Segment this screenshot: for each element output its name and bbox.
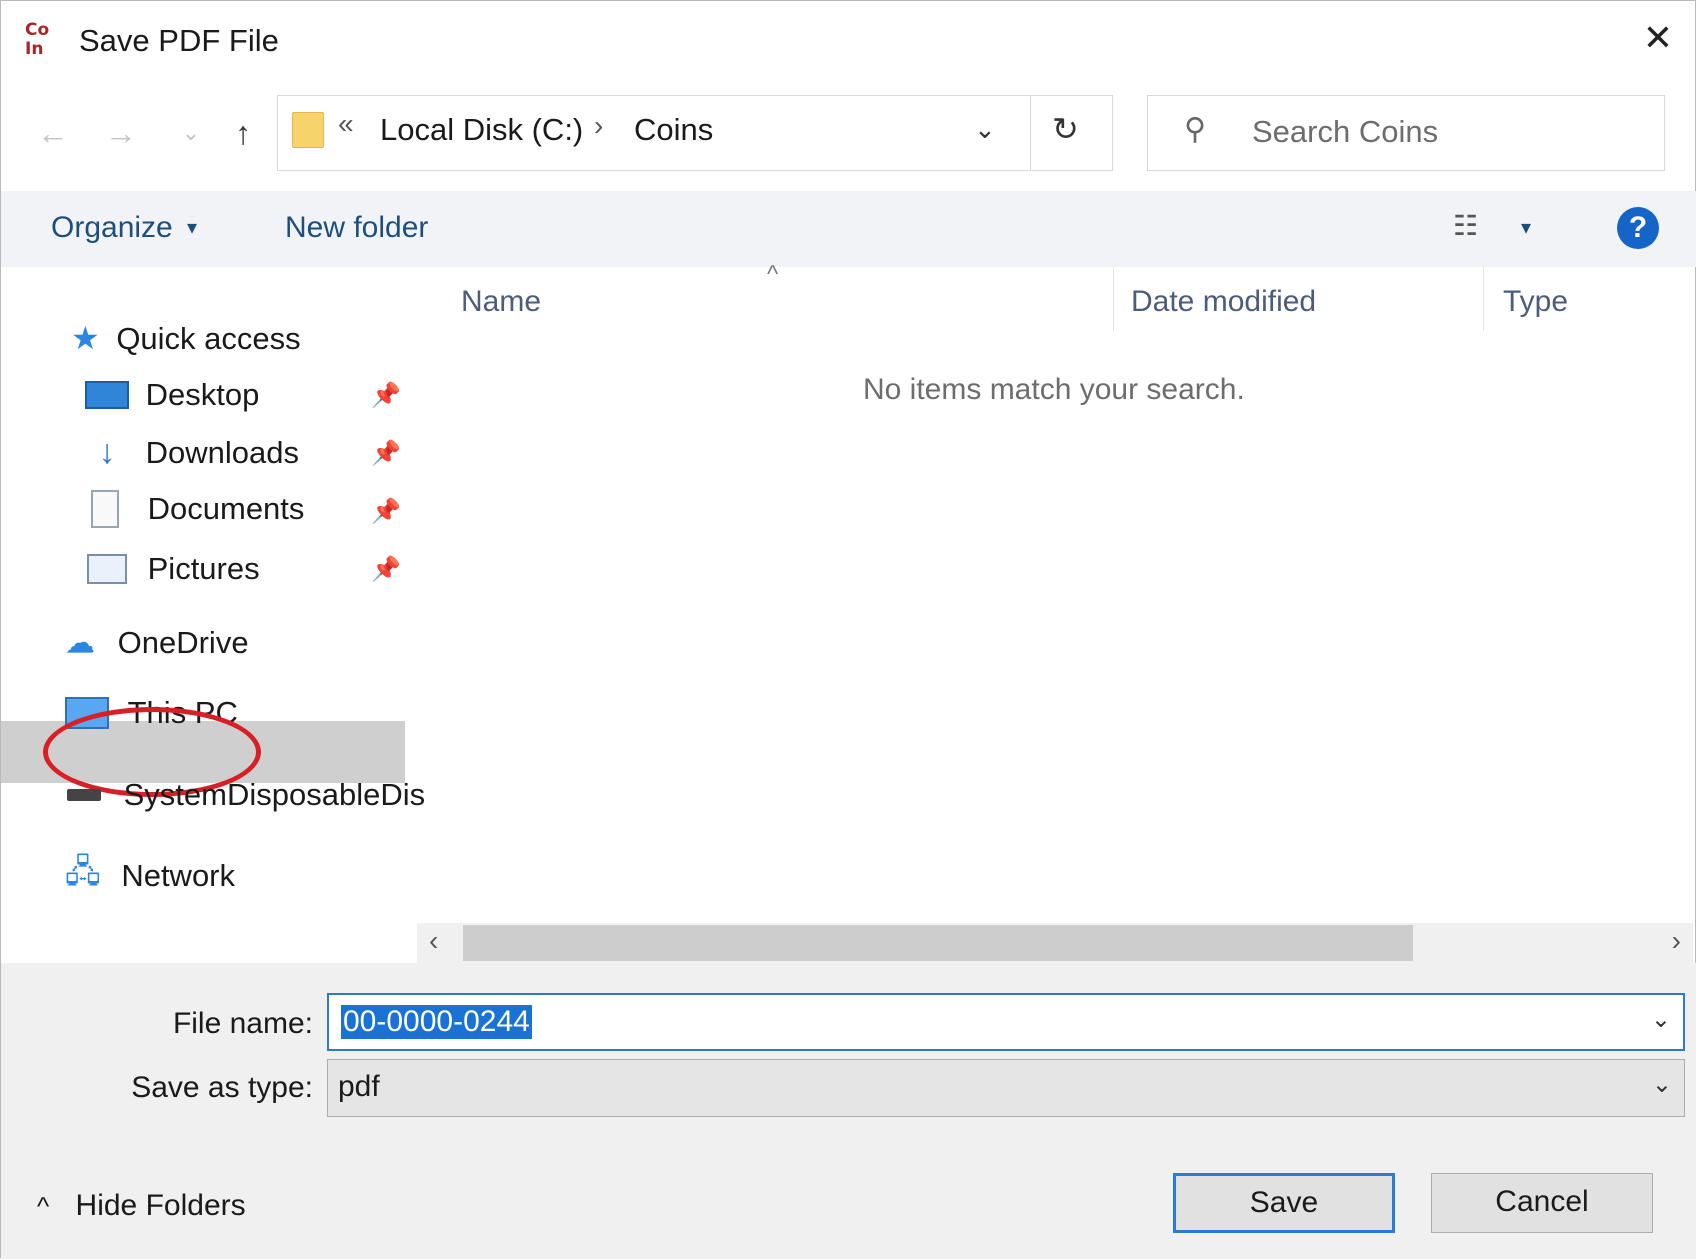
chevron-up-icon: ^	[37, 1191, 50, 1221]
save-type-value: pdf	[338, 1070, 380, 1103]
sidebar-item-onedrive[interactable]: ☁ OneDrive	[65, 623, 249, 661]
sidebar-item-label: Downloads	[145, 434, 299, 470]
close-icon[interactable]: ✕	[1637, 17, 1679, 59]
window-title: Save PDF File	[79, 23, 279, 58]
sidebar-item-network[interactable]: 🖧 Network	[65, 849, 235, 903]
file-name-dropdown-icon[interactable]: ⌄	[1651, 1005, 1671, 1034]
sidebar-item-system-disk[interactable]: SystemDisposableDis	[67, 775, 425, 813]
sidebar-item-label: OneDrive	[117, 624, 249, 660]
app-icon-text-top: Co	[25, 20, 50, 40]
sort-ascending-icon: ^	[767, 261, 779, 288]
refresh-icon[interactable]: ↻	[1052, 110, 1079, 148]
column-divider[interactable]	[1483, 267, 1484, 331]
search-box[interactable]: ⚲ Search Coins	[1147, 95, 1665, 171]
download-arrow-icon: ↓	[98, 433, 116, 472]
pin-icon[interactable]: 📌	[371, 555, 401, 584]
organize-button[interactable]: Organize	[51, 211, 173, 245]
new-folder-button[interactable]: New folder	[285, 211, 428, 245]
breadcrumb-local-disk[interactable]: Local Disk (C:)	[380, 112, 583, 148]
pictures-icon	[87, 553, 127, 584]
save-type-select[interactable]: pdf ⌄	[327, 1059, 1685, 1117]
sidebar-item-downloads[interactable]: ↓ Downloads	[85, 433, 300, 472]
star-icon: ★	[71, 320, 100, 356]
up-arrow-icon[interactable]: ↑	[223, 113, 263, 153]
empty-message: No items match your search.	[863, 373, 1245, 406]
back-arrow-icon[interactable]: ←	[33, 113, 73, 153]
pin-icon[interactable]: 📌	[371, 439, 401, 468]
cloud-icon: ☁	[65, 626, 95, 660]
cancel-button[interactable]: Cancel	[1431, 1173, 1653, 1233]
search-placeholder: Search Coins	[1252, 114, 1439, 149]
breadcrumb-separator-icon[interactable]: ›	[594, 110, 603, 142]
sidebar-item-documents[interactable]: Documents	[91, 489, 304, 528]
folder-icon	[292, 112, 324, 148]
sidebar-item-desktop[interactable]: Desktop	[85, 375, 259, 413]
network-icon: 🖧	[65, 853, 101, 889]
view-options-icon[interactable]: ☷	[1453, 209, 1478, 242]
address-divider	[1030, 96, 1031, 170]
column-header-name[interactable]: Name	[461, 285, 541, 319]
file-name-value[interactable]: 00-0000-0244	[341, 1005, 532, 1039]
file-list: ^ Name Date modified Type No items match…	[413, 261, 1696, 963]
pin-icon[interactable]: 📌	[371, 497, 401, 526]
save-type-dropdown-icon[interactable]: ⌄	[1652, 1070, 1672, 1099]
save-type-label: Save as type:	[131, 1071, 313, 1104]
app-icon-text-bottom: In	[25, 39, 44, 59]
title-bar: Co In Save PDF File ✕	[1, 1, 1696, 87]
sidebar-item-pictures[interactable]: Pictures	[87, 549, 260, 587]
navigation-pane: ★ Quick access Desktop 📌 ↓ Downloads 📌 D…	[1, 267, 425, 963]
scroll-left-icon[interactable]: ‹	[429, 925, 438, 957]
breadcrumb-coins[interactable]: Coins	[634, 112, 713, 148]
desktop-icon	[85, 380, 129, 409]
column-divider[interactable]	[1113, 267, 1114, 331]
pin-icon[interactable]: 📌	[371, 381, 401, 410]
save-button[interactable]: Save	[1173, 1173, 1395, 1233]
search-icon: ⚲	[1184, 113, 1206, 146]
column-header-date-modified[interactable]: Date modified	[1131, 285, 1316, 319]
recent-locations-icon[interactable]: ⌄	[171, 113, 211, 153]
file-name-label: File name:	[172, 1007, 313, 1040]
sidebar-item-label: Documents	[147, 490, 305, 526]
command-bar: Organize ▾ New folder ☷ ▾ ?	[1, 191, 1696, 267]
column-header-type[interactable]: Type	[1503, 285, 1568, 319]
file-name-input[interactable]: 00-0000-0244 ⌄	[327, 993, 1685, 1051]
forward-arrow-icon[interactable]: →	[101, 113, 141, 153]
view-caret-icon[interactable]: ▾	[1521, 215, 1531, 240]
save-dialog: Co In Save PDF File ✕ ← → ⌄ ↑ « Local Di…	[0, 0, 1696, 1259]
drive-icon	[67, 788, 101, 801]
hide-folders-button[interactable]: ^ Hide Folders	[37, 1189, 246, 1223]
sidebar-item-quick-access[interactable]: ★ Quick access	[71, 319, 301, 357]
sidebar-item-label: Network	[121, 858, 236, 893]
sidebar-item-label: Desktop	[145, 376, 260, 412]
horizontal-scrollbar[interactable]: ‹ ›	[417, 923, 1693, 963]
document-icon	[91, 489, 119, 528]
address-dropdown-icon[interactable]: ⌄	[974, 114, 996, 145]
organize-caret-icon[interactable]: ▾	[187, 215, 197, 240]
sidebar-item-label: SystemDisposableDis	[123, 776, 426, 812]
help-icon[interactable]: ?	[1617, 207, 1659, 249]
address-overflow-icon[interactable]: «	[338, 108, 354, 140]
save-options: File name: 00-0000-0244 ⌄ Save as type: …	[1, 963, 1696, 1259]
scrollbar-thumb[interactable]	[463, 925, 1413, 961]
sidebar-item-label: Pictures	[147, 550, 260, 586]
hide-folders-label: Hide Folders	[75, 1189, 246, 1222]
app-icon: Co In	[25, 21, 65, 65]
sidebar-item-label: Quick access	[116, 321, 301, 356]
scroll-right-icon[interactable]: ›	[1672, 925, 1681, 957]
address-bar[interactable]: « Local Disk (C:) › Coins ⌄ ↻	[277, 95, 1113, 171]
